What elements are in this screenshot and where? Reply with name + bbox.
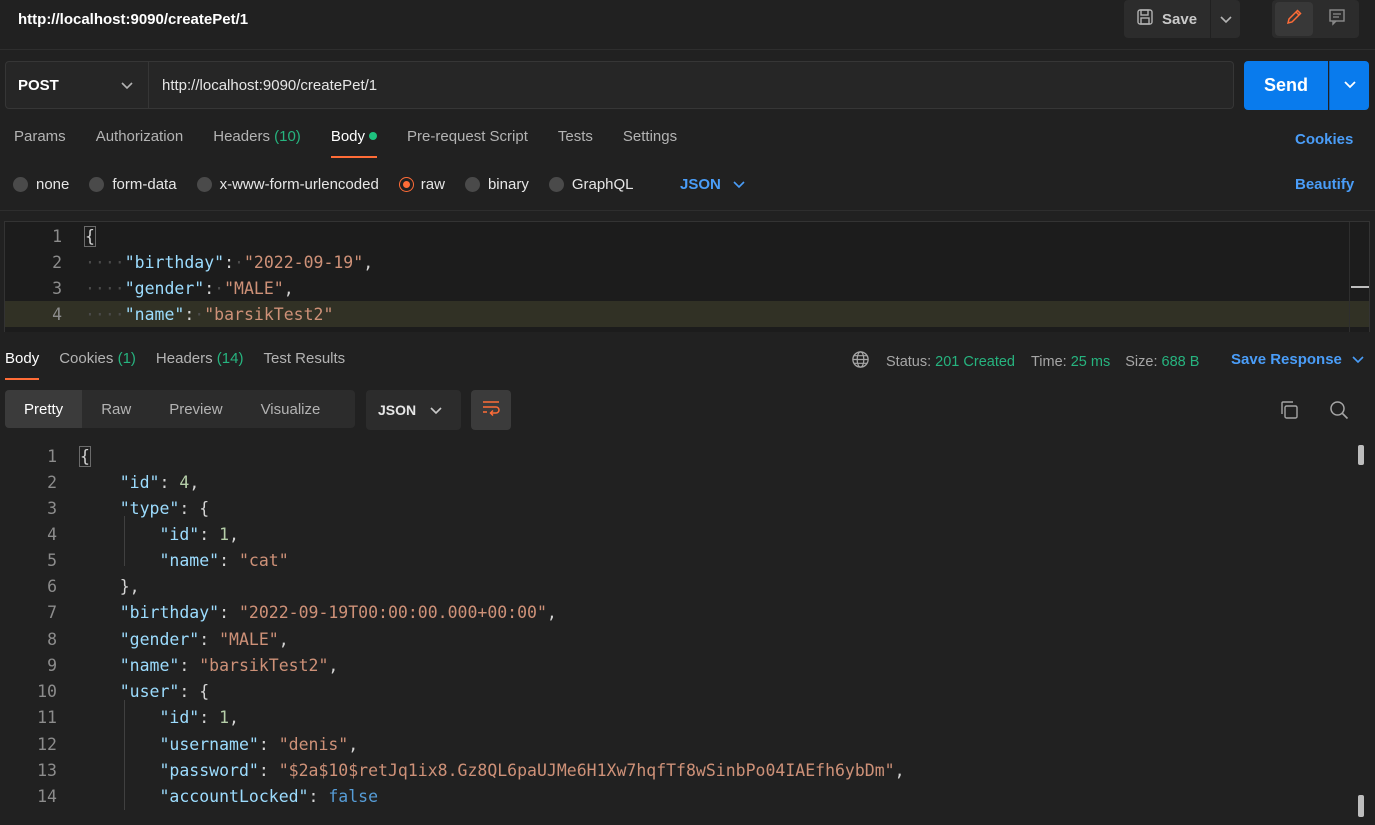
- radio-circle-selected: [399, 178, 413, 191]
- code-line: 3 ····"gender":·"MALE",: [52, 278, 294, 298]
- code-line: 6 },: [47, 576, 140, 596]
- comment-icon: [1328, 8, 1346, 30]
- comments-button[interactable]: [1318, 2, 1356, 36]
- code-line: 4 "id": 1,: [47, 524, 239, 544]
- code-line: 3 "type": {: [47, 498, 210, 518]
- view-preview-button[interactable]: Preview: [150, 390, 241, 428]
- editor-scrollbar-thumb[interactable]: [1351, 286, 1369, 288]
- response-body-viewer[interactable]: 1{ 2 "id": 4, 3 "type": { 4 "id": 1, 5 "…: [0, 442, 1375, 825]
- radio-circle: [13, 177, 28, 192]
- response-scrollbar-thumb[interactable]: [1358, 795, 1364, 817]
- headers-count: (10): [274, 128, 301, 145]
- status-label: Status:: [886, 353, 932, 370]
- tab-tests[interactable]: Tests: [558, 128, 593, 158]
- status-value[interactable]: 201 Created: [935, 354, 1015, 370]
- save-label: Save: [1162, 10, 1198, 28]
- copy-icon[interactable]: [1278, 399, 1300, 425]
- chevron-down-icon: [733, 176, 745, 193]
- response-headers-count: (14): [216, 350, 244, 367]
- raw-format-select[interactable]: JSON: [680, 176, 745, 193]
- response-tabs: Body Cookies (1) Headers (14) Test Resul…: [0, 350, 360, 380]
- chevron-down-icon: [1343, 77, 1357, 94]
- code-line: 13 "password": "$2a$10$retJq1ix8.Gz8QL6p…: [37, 760, 905, 780]
- tab-params[interactable]: Params: [14, 128, 66, 158]
- editor-scrollbar-track: [1349, 222, 1350, 332]
- code-line: 10 "user": {: [37, 681, 210, 701]
- radio-graphql[interactable]: GraphQL: [548, 176, 634, 193]
- radio-raw[interactable]: raw: [399, 176, 445, 193]
- code-line: 11 "id": 1,: [37, 707, 239, 727]
- chevron-down-icon: [430, 402, 442, 418]
- tab-settings[interactable]: Settings: [623, 128, 677, 158]
- body-indicator-dot: [369, 132, 378, 140]
- beautify-button[interactable]: Beautify: [1295, 176, 1354, 193]
- tab-response-headers[interactable]: Headers (14): [156, 350, 244, 380]
- request-tabs: Params Authorization Headers (10) Body P…: [0, 128, 693, 162]
- search-icon[interactable]: [1328, 399, 1350, 425]
- edit-mode-button[interactable]: [1275, 2, 1313, 36]
- request-body-editor[interactable]: 1 { 2 ····"birthday":·"2022-09-19", 3 ··…: [4, 221, 1370, 332]
- send-button[interactable]: Send: [1244, 61, 1328, 110]
- view-visualize-button[interactable]: Visualize: [242, 390, 340, 428]
- radio-circle: [89, 177, 105, 192]
- tab-test-results[interactable]: Test Results: [263, 350, 345, 380]
- code-line: 9 "name": "barsikTest2",: [47, 655, 339, 675]
- radio-urlencoded[interactable]: x-www-form-urlencoded: [196, 176, 379, 193]
- send-label: Send: [1263, 75, 1308, 95]
- tab-prerequest-script[interactable]: Pre-request Script: [407, 128, 528, 158]
- url-value: http://localhost:9090/createPet/1: [162, 76, 378, 94]
- url-input[interactable]: http://localhost:9090/createPet/1: [149, 61, 1234, 109]
- radio-circle: [464, 177, 480, 192]
- response-meta: Status: 201 Created Time: 25 ms Size: 68…: [851, 350, 1199, 373]
- send-options-button[interactable]: [1329, 61, 1369, 110]
- time-value[interactable]: 25 ms: [1071, 354, 1111, 370]
- size-value[interactable]: 688 B: [1162, 354, 1200, 370]
- size-label: Size:: [1125, 353, 1158, 370]
- body-type-options: none form-data x-www-form-urlencoded raw…: [13, 176, 654, 193]
- response-scrollbar-thumb[interactable]: [1358, 445, 1364, 465]
- code-line: 1{: [47, 445, 91, 467]
- save-response-button[interactable]: Save Response: [1231, 351, 1364, 368]
- chevron-down-icon: [120, 78, 134, 95]
- tab-response-cookies[interactable]: Cookies (1): [59, 350, 136, 380]
- tab-authorization[interactable]: Authorization: [96, 128, 184, 158]
- code-line: 2 ····"birthday":·"2022-09-19",: [52, 252, 374, 272]
- code-line: 5 "name": "cat": [47, 550, 289, 570]
- cookies-count: (1): [117, 350, 136, 367]
- view-raw-button[interactable]: Raw: [82, 390, 150, 428]
- divider: [0, 210, 1375, 211]
- chevron-down-icon: [1352, 351, 1364, 368]
- code-line: 12 "username": "denis",: [37, 734, 359, 754]
- response-format-select[interactable]: JSON: [366, 390, 461, 430]
- cookies-link[interactable]: Cookies: [1295, 131, 1353, 148]
- view-pretty-button[interactable]: Pretty: [5, 390, 83, 428]
- code-line: 2 "id": 4,: [47, 472, 200, 492]
- save-icon: [1136, 8, 1154, 30]
- raw-format-value: JSON: [680, 176, 721, 193]
- radio-none[interactable]: none: [13, 176, 69, 193]
- save-button[interactable]: Save: [1124, 0, 1210, 38]
- save-options-button[interactable]: [1211, 0, 1240, 38]
- request-title[interactable]: http://localhost:9090/createPet/1: [18, 11, 248, 28]
- radio-circle: [196, 177, 212, 192]
- code-line: 1 {: [52, 225, 96, 247]
- method-value: POST: [18, 76, 59, 94]
- response-view-group: Pretty Raw Preview Visualize: [5, 390, 355, 428]
- pencil-icon: [1285, 8, 1303, 30]
- chevron-down-icon: [1219, 11, 1232, 28]
- tab-headers[interactable]: Headers (10): [213, 128, 301, 158]
- globe-icon[interactable]: [851, 350, 870, 373]
- wrap-lines-button[interactable]: [471, 390, 511, 430]
- wrap-lines-icon: [481, 399, 501, 421]
- tab-response-body[interactable]: Body: [5, 350, 40, 380]
- radio-circle: [548, 177, 564, 192]
- radio-binary[interactable]: binary: [464, 176, 529, 193]
- radio-form-data[interactable]: form-data: [89, 176, 177, 193]
- time-label: Time:: [1030, 353, 1067, 370]
- tab-body[interactable]: Body: [330, 128, 378, 158]
- code-line: 14 "accountLocked": false: [37, 786, 379, 806]
- code-line-current: 4 ····"name":·"barsikTest2": [5, 301, 1369, 327]
- code-line: 7 "birthday": "2022-09-19T00:00:00.000+0…: [47, 602, 557, 622]
- code-line: 8 "gender": "MALE",: [47, 629, 289, 649]
